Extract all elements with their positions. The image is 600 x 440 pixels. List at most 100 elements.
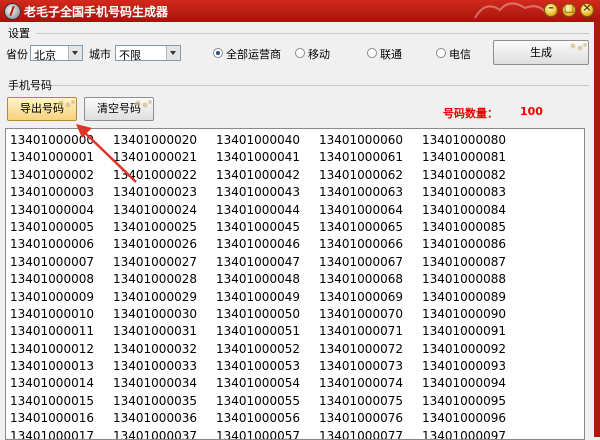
list-item[interactable]: 13401000030 bbox=[113, 306, 197, 323]
list-item[interactable]: 13401000027 bbox=[113, 254, 197, 271]
generate-button[interactable]: 生成 bbox=[493, 40, 589, 65]
list-item[interactable]: 13401000080 bbox=[422, 132, 506, 149]
list-item[interactable]: 13401000025 bbox=[113, 219, 197, 236]
list-item[interactable]: 13401000054 bbox=[216, 375, 300, 392]
list-item[interactable]: 13401000041 bbox=[216, 149, 300, 166]
list-item[interactable]: 13401000091 bbox=[422, 323, 506, 340]
list-item[interactable]: 13401000006 bbox=[10, 236, 94, 253]
export-button[interactable]: 导出号码 bbox=[7, 97, 77, 121]
list-item[interactable]: 13401000031 bbox=[113, 323, 197, 340]
maximize-icon[interactable]: □ bbox=[562, 1, 576, 17]
list-item[interactable]: 13401000005 bbox=[10, 219, 94, 236]
list-item[interactable]: 13401000083 bbox=[422, 184, 506, 201]
city-select[interactable]: 不限 bbox=[115, 45, 181, 62]
list-item[interactable]: 13401000068 bbox=[319, 271, 403, 288]
list-item[interactable]: 13401000011 bbox=[10, 323, 94, 340]
list-item[interactable]: 13401000024 bbox=[113, 202, 197, 219]
list-item[interactable]: 13401000072 bbox=[319, 341, 403, 358]
list-item[interactable]: 13401000086 bbox=[422, 236, 506, 253]
chevron-down-icon[interactable] bbox=[166, 46, 180, 60]
list-item[interactable]: 13401000042 bbox=[216, 167, 300, 184]
clear-button[interactable]: 清空号码 bbox=[84, 97, 154, 121]
list-item[interactable]: 13401000012 bbox=[10, 341, 94, 358]
list-item[interactable]: 13401000070 bbox=[319, 306, 403, 323]
list-item[interactable]: 13401000016 bbox=[10, 410, 94, 427]
list-item[interactable]: 13401000003 bbox=[10, 184, 94, 201]
list-item[interactable]: 13401000032 bbox=[113, 341, 197, 358]
list-item[interactable]: 13401000047 bbox=[216, 254, 300, 271]
close-icon[interactable]: × bbox=[580, 1, 594, 17]
list-item[interactable]: 13401000034 bbox=[113, 375, 197, 392]
list-item[interactable]: 13401000014 bbox=[10, 375, 94, 392]
chevron-down-icon[interactable] bbox=[68, 46, 82, 60]
list-item[interactable]: 13401000037 bbox=[113, 428, 197, 439]
list-item[interactable]: 13401000084 bbox=[422, 202, 506, 219]
list-item[interactable]: 13401000046 bbox=[216, 236, 300, 253]
list-item[interactable]: 13401000067 bbox=[319, 254, 403, 271]
list-item[interactable]: 13401000060 bbox=[319, 132, 403, 149]
list-item[interactable]: 13401000075 bbox=[319, 393, 403, 410]
list-item[interactable]: 13401000087 bbox=[422, 254, 506, 271]
list-item[interactable]: 13401000094 bbox=[422, 375, 506, 392]
list-item[interactable]: 13401000051 bbox=[216, 323, 300, 340]
list-item[interactable]: 13401000009 bbox=[10, 289, 94, 306]
list-item[interactable]: 13401000015 bbox=[10, 393, 94, 410]
list-item[interactable]: 13401000033 bbox=[113, 358, 197, 375]
list-item[interactable]: 13401000017 bbox=[10, 428, 94, 439]
list-item[interactable]: 13401000076 bbox=[319, 410, 403, 427]
list-item[interactable]: 13401000043 bbox=[216, 184, 300, 201]
radio-unselected-icon[interactable] bbox=[436, 48, 446, 58]
list-item[interactable]: 13401000053 bbox=[216, 358, 300, 375]
list-item[interactable]: 13401000085 bbox=[422, 219, 506, 236]
title-bar[interactable]: 老毛子全国手机号码生成器 – □ × bbox=[0, 0, 600, 22]
list-item[interactable]: 13401000073 bbox=[319, 358, 403, 375]
list-item[interactable]: 13401000056 bbox=[216, 410, 300, 427]
radio-unselected-icon[interactable] bbox=[295, 48, 305, 58]
list-item[interactable]: 13401000013 bbox=[10, 358, 94, 375]
list-item[interactable]: 13401000055 bbox=[216, 393, 300, 410]
list-item[interactable]: 13401000066 bbox=[319, 236, 403, 253]
list-item[interactable]: 13401000096 bbox=[422, 410, 506, 427]
list-item[interactable]: 13401000064 bbox=[319, 202, 403, 219]
list-item[interactable]: 13401000004 bbox=[10, 202, 94, 219]
list-item[interactable]: 13401000045 bbox=[216, 219, 300, 236]
list-item[interactable]: 13401000052 bbox=[216, 341, 300, 358]
list-column: 13401000060 13401000061 13401000062 1340100… bbox=[319, 132, 403, 439]
list-item[interactable]: 13401000007 bbox=[10, 254, 94, 271]
list-item[interactable]: 13401000069 bbox=[319, 289, 403, 306]
list-item[interactable]: 13401000008 bbox=[10, 271, 94, 288]
list-item[interactable]: 13401000082 bbox=[422, 167, 506, 184]
list-item[interactable]: 13401000028 bbox=[113, 271, 197, 288]
list-item[interactable]: 13401000050 bbox=[216, 306, 300, 323]
list-item[interactable]: 13401000071 bbox=[319, 323, 403, 340]
list-item[interactable]: 13401000048 bbox=[216, 271, 300, 288]
list-item[interactable]: 13401000057 bbox=[216, 428, 300, 439]
list-item[interactable]: 13401000044 bbox=[216, 202, 300, 219]
list-item[interactable]: 13401000090 bbox=[422, 306, 506, 323]
list-item[interactable]: 13401000029 bbox=[113, 289, 197, 306]
list-item[interactable]: 13401000035 bbox=[113, 393, 197, 410]
list-item[interactable]: 13401000063 bbox=[319, 184, 403, 201]
list-item[interactable]: 13401000036 bbox=[113, 410, 197, 427]
list-item[interactable]: 13401000092 bbox=[422, 341, 506, 358]
province-select[interactable]: 北京 bbox=[30, 45, 83, 62]
list-item[interactable]: 13401000023 bbox=[113, 184, 197, 201]
list-item[interactable]: 13401000040 bbox=[216, 132, 300, 149]
list-item[interactable]: 13401000077 bbox=[319, 428, 403, 439]
list-item[interactable]: 13401000010 bbox=[10, 306, 94, 323]
list-item[interactable]: 13401000095 bbox=[422, 393, 506, 410]
list-item[interactable]: 13401000074 bbox=[319, 375, 403, 392]
list-item[interactable]: 13401000026 bbox=[113, 236, 197, 253]
list-item[interactable]: 13401000061 bbox=[319, 149, 403, 166]
list-item[interactable]: 13401000065 bbox=[319, 219, 403, 236]
minimize-icon[interactable]: – bbox=[544, 1, 558, 17]
list-item[interactable]: 13401000062 bbox=[319, 167, 403, 184]
list-item[interactable]: 13401000088 bbox=[422, 271, 506, 288]
list-item[interactable]: 13401000081 bbox=[422, 149, 506, 166]
list-item[interactable]: 13401000089 bbox=[422, 289, 506, 306]
list-item[interactable]: 13401000097 bbox=[422, 428, 506, 439]
radio-selected-icon[interactable] bbox=[213, 48, 223, 58]
radio-unselected-icon[interactable] bbox=[367, 48, 377, 58]
list-item[interactable]: 13401000093 bbox=[422, 358, 506, 375]
list-item[interactable]: 13401000049 bbox=[216, 289, 300, 306]
